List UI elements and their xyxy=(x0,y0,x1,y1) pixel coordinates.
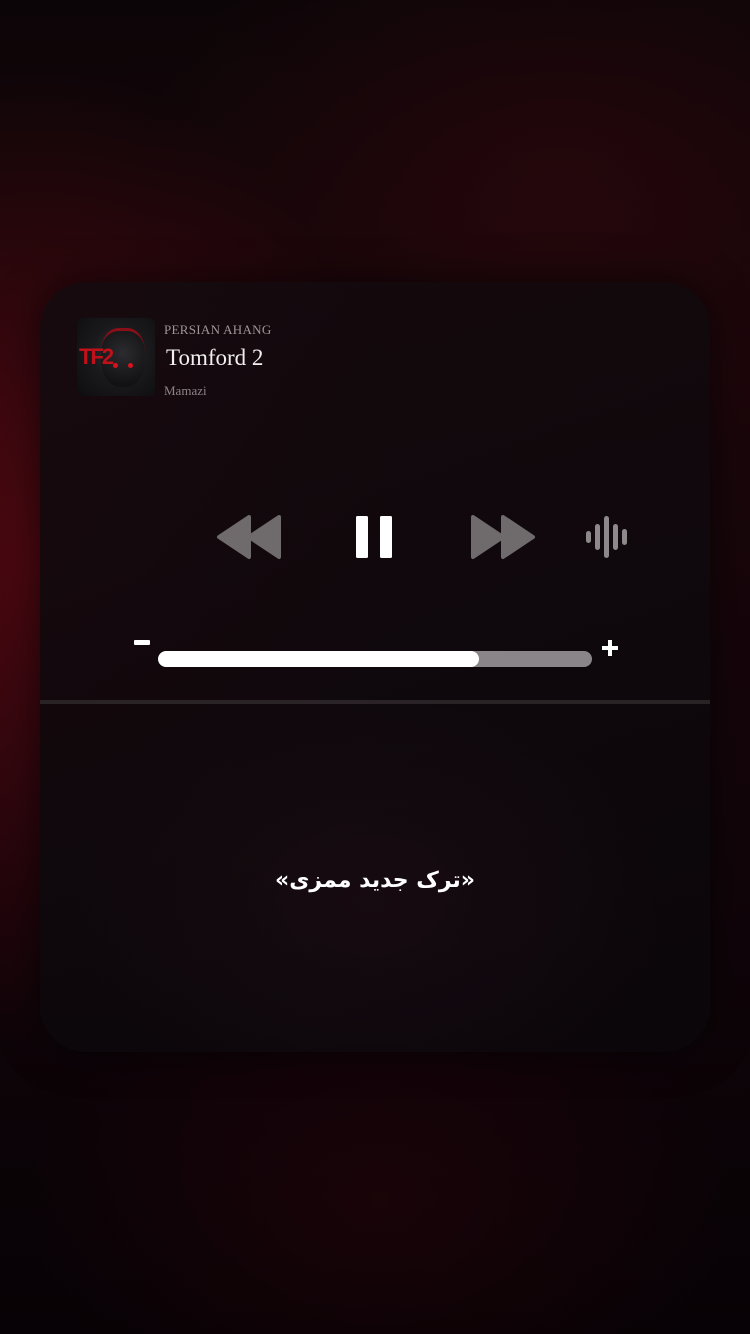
audio-waveform-icon xyxy=(586,516,627,558)
forward-button[interactable] xyxy=(470,514,536,560)
volume-down-button[interactable] xyxy=(134,640,150,645)
volume-level-fill xyxy=(158,651,480,667)
volume-slider[interactable] xyxy=(158,651,592,667)
audio-output-button[interactable] xyxy=(584,516,634,558)
album-artwork[interactable]: TF2 xyxy=(77,318,155,396)
rewind-button[interactable] xyxy=(216,514,282,560)
rewind-icon xyxy=(217,515,281,559)
source-label: PERSIAN AHANG xyxy=(164,322,272,337)
track-title: Tomford 2 xyxy=(166,345,264,370)
artwork-logo: TF2 xyxy=(79,344,114,369)
artwork-eye-left xyxy=(113,363,118,368)
section-divider xyxy=(40,700,710,704)
track-artist: Mamazi xyxy=(164,383,207,398)
pause-icon xyxy=(356,516,392,558)
fast-forward-icon xyxy=(471,515,535,559)
now-playing-card: TF2 PERSIAN AHANG Tomford 2 Mamazi «ترک … xyxy=(40,282,710,1052)
pause-button[interactable] xyxy=(354,514,394,560)
volume-up-button[interactable] xyxy=(602,640,618,656)
artwork-eye-right xyxy=(128,363,133,368)
caption-text: «ترک جدید ممزی» xyxy=(275,868,475,893)
